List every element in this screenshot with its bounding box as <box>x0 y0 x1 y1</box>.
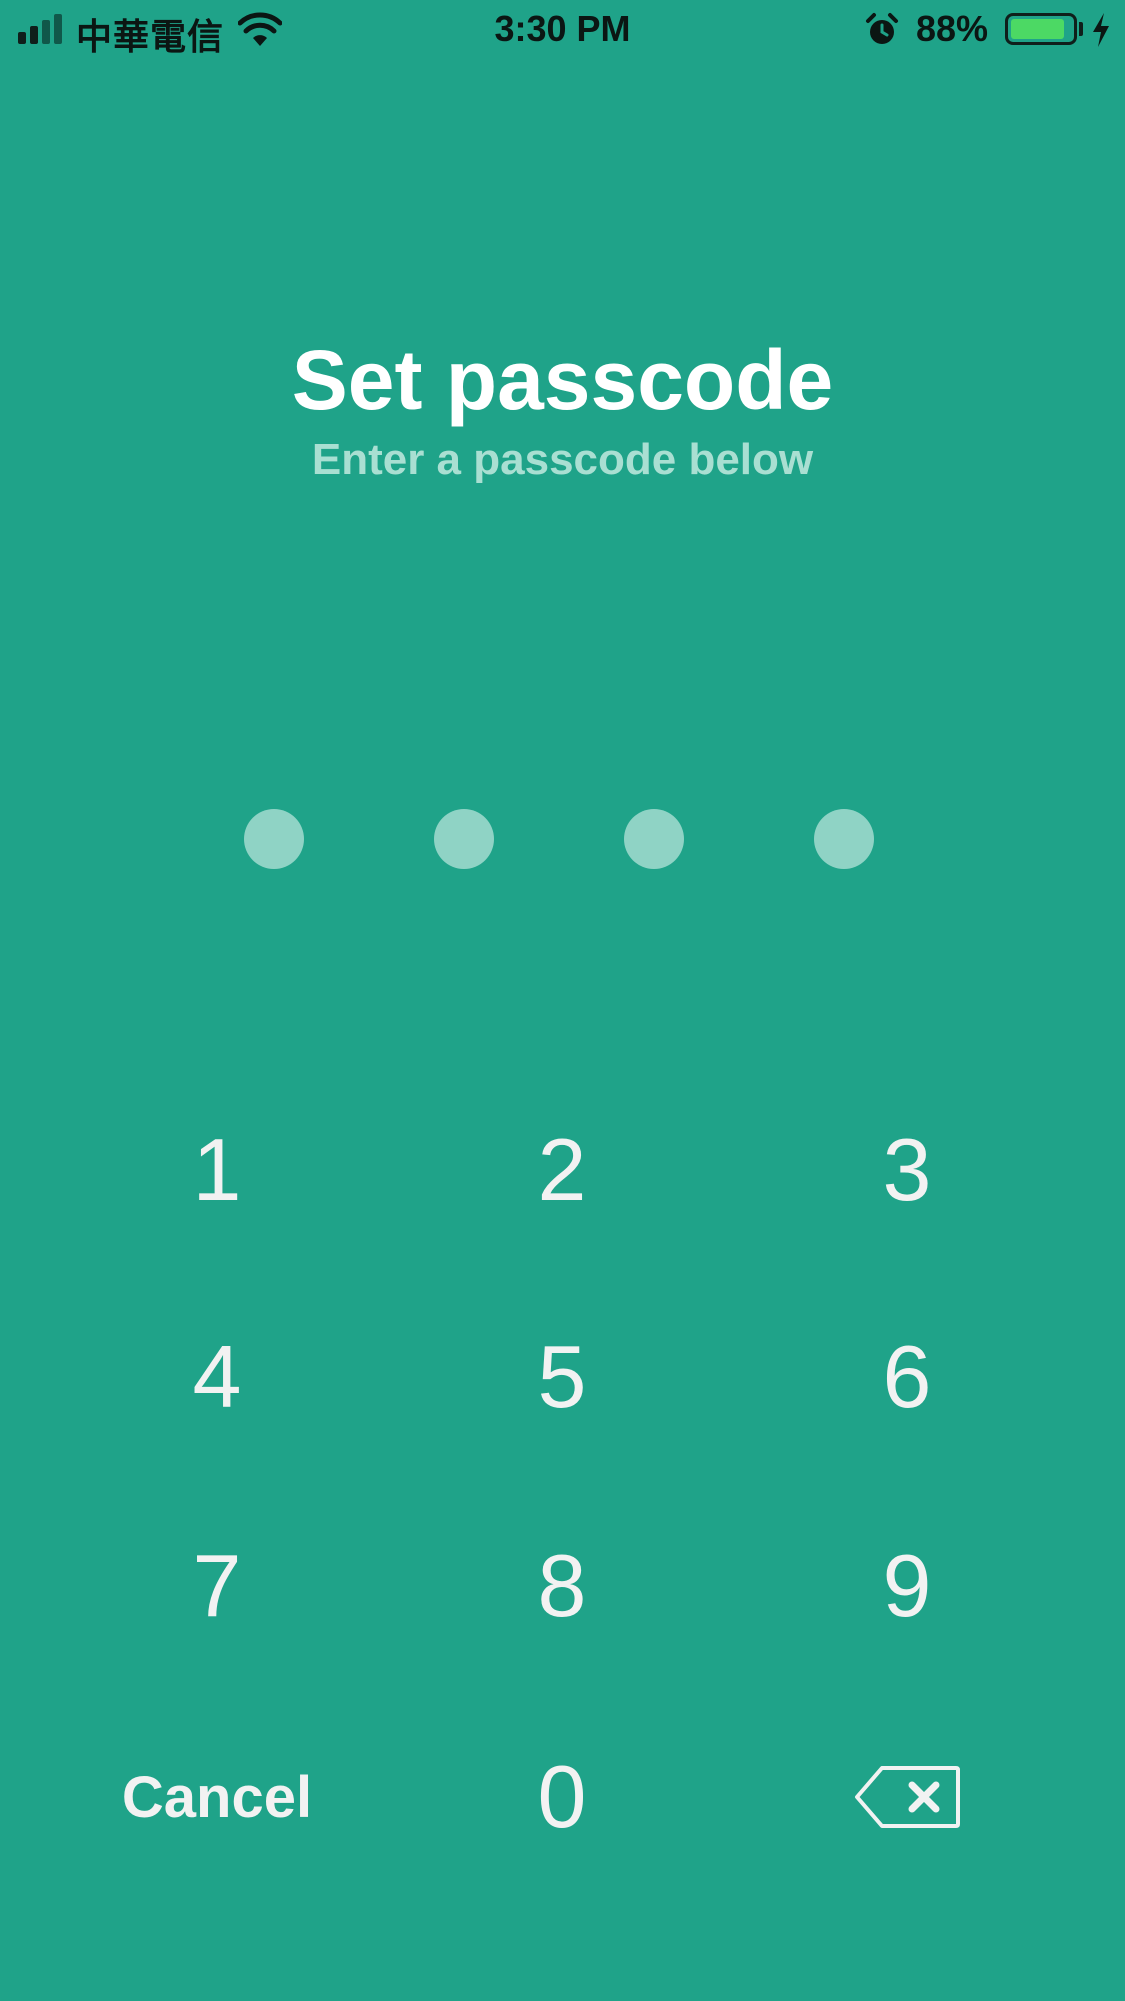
passcode-dot <box>624 809 684 869</box>
battery-fill <box>1011 19 1064 39</box>
alarm-icon <box>866 13 898 44</box>
page-subtitle: Enter a passcode below <box>311 435 814 484</box>
key-8[interactable]: 8 <box>442 1506 682 1666</box>
key-5[interactable]: 5 <box>442 1297 682 1457</box>
battery-cap <box>1079 22 1083 36</box>
delete-button[interactable] <box>787 1717 1027 1877</box>
key-2[interactable]: 2 <box>442 1090 682 1250</box>
charging-bolt-icon <box>1093 13 1109 47</box>
passcode-dot <box>814 809 874 869</box>
cancel-button[interactable]: Cancel <box>97 1717 337 1877</box>
battery-icon <box>1005 13 1077 45</box>
key-6[interactable]: 6 <box>787 1297 1027 1457</box>
key-4[interactable]: 4 <box>97 1297 337 1457</box>
keypad: 1 2 3 4 5 6 7 8 9 Cancel 0 <box>0 1090 1125 1920</box>
battery-percent: 88% <box>916 8 989 49</box>
status-bar: 中華電信 3:30 PM 88% <box>0 0 1125 62</box>
key-0[interactable]: 0 <box>442 1717 682 1877</box>
key-3[interactable]: 3 <box>787 1090 1027 1250</box>
delete-backspace-icon <box>855 1766 960 1828</box>
passcode-dot <box>434 809 494 869</box>
key-9[interactable]: 9 <box>787 1506 1027 1666</box>
key-1[interactable]: 1 <box>97 1090 337 1250</box>
passcode-dot <box>244 809 304 869</box>
page-title: Set passcode <box>291 333 834 427</box>
passcode-dots <box>0 809 1125 871</box>
key-7[interactable]: 7 <box>97 1506 337 1666</box>
